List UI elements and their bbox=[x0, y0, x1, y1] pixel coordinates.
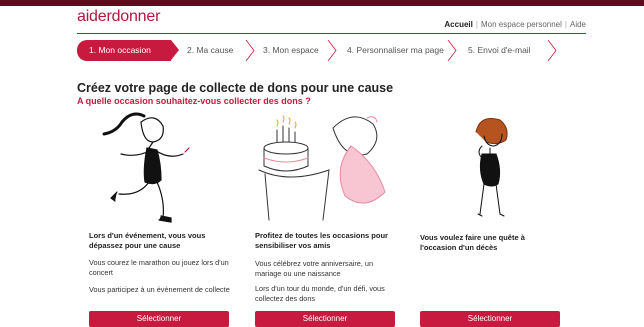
step-label: 2. Ma cause bbox=[187, 45, 234, 55]
step-cause[interactable]: 2. Ma cause bbox=[173, 40, 253, 61]
step-customize[interactable]: 4. Personnaliser ma page bbox=[333, 40, 453, 61]
step-label: 5. Envoi d'e-mail bbox=[468, 45, 531, 55]
select-event-button[interactable]: Sélectionner bbox=[89, 311, 229, 327]
runner-icon bbox=[102, 112, 190, 223]
top-navigation: Accueil | Mon espace personnel | Aide bbox=[444, 20, 586, 29]
top-band bbox=[0, 0, 644, 6]
step-label: 4. Personnaliser ma page bbox=[347, 45, 444, 55]
page-subtitle: A quelle occasion souhaitez-vous collect… bbox=[77, 96, 311, 106]
nav-home-link[interactable]: Accueil bbox=[444, 20, 472, 29]
header-divider bbox=[77, 33, 586, 34]
step-progress-bar: 1. Mon occasion 2. Ma cause 3. Mon espac… bbox=[77, 40, 567, 61]
step-space[interactable]: 3. Mon espace bbox=[249, 40, 339, 61]
step-label: 3. Mon espace bbox=[263, 45, 319, 55]
birthday-cake-icon bbox=[258, 115, 386, 221]
card-text: Vous célébrez votre anniversaire, un mar… bbox=[255, 259, 374, 278]
card-heading: Vous voulez faire une quête à l'occasion… bbox=[420, 233, 525, 252]
nav-separator: | bbox=[475, 20, 478, 29]
step-label: 1. Mon occasion bbox=[89, 45, 151, 55]
nav-personal-space-link[interactable]: Mon espace personnel bbox=[481, 20, 562, 29]
card-text: Vous courez le marathon ou jouez lors d'… bbox=[89, 258, 229, 277]
select-bereavement-button[interactable]: Sélectionner bbox=[420, 311, 560, 327]
step-email[interactable]: 5. Envoi d'e-mail bbox=[454, 40, 564, 61]
card-heading: Profitez de toutes les occasions pour se… bbox=[255, 231, 388, 250]
site-logo[interactable]: aiderdonner bbox=[77, 8, 160, 26]
select-celebration-button[interactable]: Sélectionner bbox=[255, 311, 395, 327]
card-text: Vous participez à un événement de collec… bbox=[89, 285, 230, 294]
page-title: Créez votre page de collecte de dons pou… bbox=[77, 81, 394, 95]
nav-separator: | bbox=[564, 20, 567, 29]
card-text: Lors d'un tour du monde, d'un défi, vous… bbox=[255, 284, 385, 303]
mourning-woman-icon bbox=[475, 118, 508, 217]
nav-help-link[interactable]: Aide bbox=[570, 20, 586, 29]
step-occasion[interactable]: 1. Mon occasion bbox=[77, 40, 179, 61]
card-heading: Lors d'un événement, vous vous dépassez … bbox=[89, 231, 206, 250]
